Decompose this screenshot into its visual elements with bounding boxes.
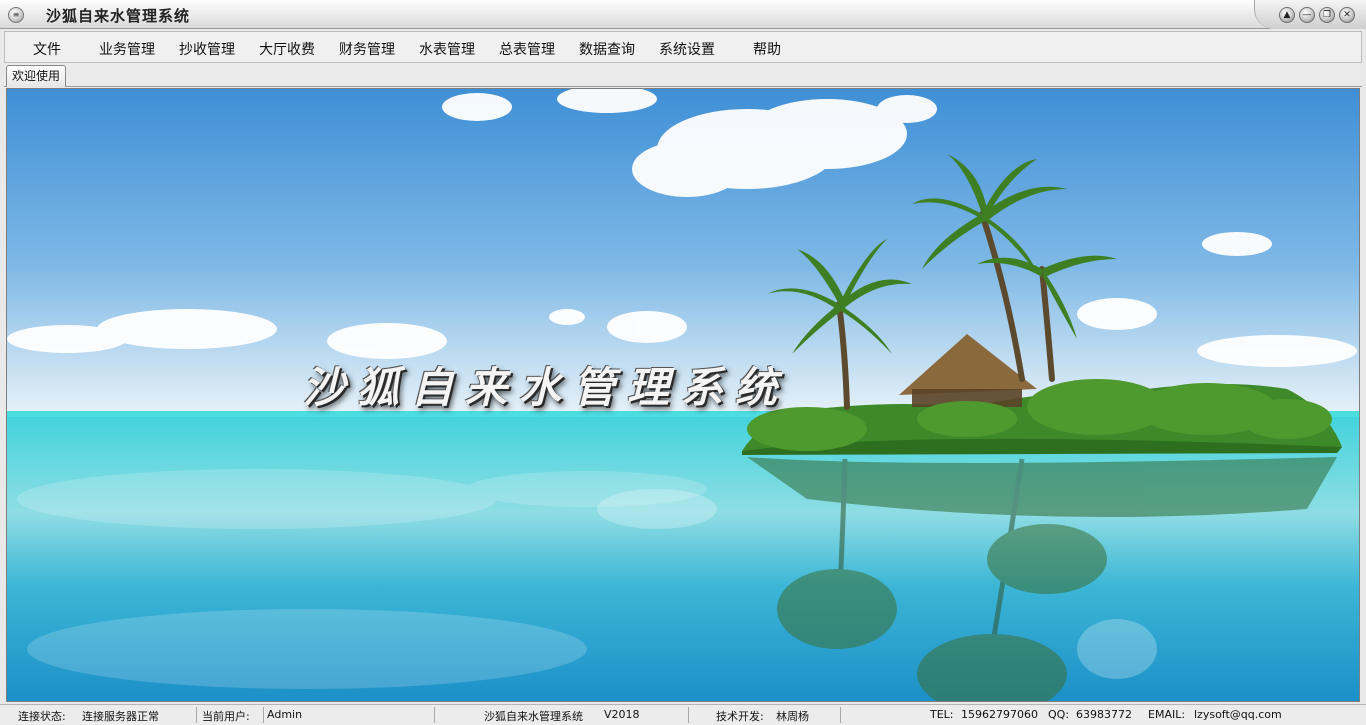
status-bar: 连接状态: 连接服务器正常 当前用户: Admin 沙狐自来水管理系统 V201… [0, 704, 1366, 725]
app-name: 沙狐自来水管理系统 [484, 710, 583, 723]
app-version: V2018 [604, 708, 640, 721]
menu-file[interactable]: 文件 [33, 39, 61, 59]
status-divider [263, 707, 264, 723]
close-icon[interactable]: ✕ [1339, 7, 1355, 23]
status-divider [688, 707, 689, 723]
email-label: EMAIL: [1148, 708, 1186, 721]
title-bar: ≡ 沙狐自来水管理系统 ▲ — ❐ ✕ [0, 0, 1366, 29]
welcome-panel: 沙狐自来水管理系统 [6, 88, 1360, 702]
status-divider [196, 707, 197, 723]
menu-main-meter[interactable]: 总表管理 [499, 39, 555, 59]
menu-meter[interactable]: 水表管理 [419, 39, 475, 59]
system-menu-icon[interactable]: ≡ [8, 7, 24, 23]
menu-hall-fee[interactable]: 大厅收费 [259, 39, 315, 59]
qq-label: QQ: [1048, 708, 1070, 721]
restore-icon[interactable]: ❐ [1319, 7, 1335, 23]
connection-status-label: 连接状态: [18, 710, 66, 723]
menu-finance[interactable]: 财务管理 [339, 39, 395, 59]
developer-label: 技术开发: [716, 710, 764, 723]
tab-welcome[interactable]: 欢迎使用 [6, 65, 67, 87]
help-icon[interactable]: ▲ [1279, 7, 1295, 23]
tel-value: 15962797060 [961, 708, 1038, 721]
status-divider [840, 707, 841, 723]
minimize-icon[interactable]: — [1299, 7, 1315, 23]
window-controls: ▲ — ❐ ✕ [1254, 0, 1366, 29]
menu-business[interactable]: 业务管理 [99, 39, 155, 59]
menu-help[interactable]: 帮助 [753, 39, 781, 59]
status-divider [434, 707, 435, 723]
menu-bar: 文件 业务管理 抄收管理 大厅收费 财务管理 水表管理 总表管理 数据查询 系统… [4, 31, 1362, 63]
menu-reading[interactable]: 抄收管理 [179, 39, 235, 59]
tel-label: TEL: [930, 708, 954, 721]
splash-title: 沙狐自来水管理系统 [303, 363, 790, 412]
window-title: 沙狐自来水管理系统 [46, 7, 191, 25]
menu-settings[interactable]: 系统设置 [659, 39, 715, 59]
email-value: lzysoft@qq.com [1194, 708, 1282, 721]
current-user-label: 当前用户: [202, 710, 250, 723]
developer-value: 林周杨 [776, 710, 809, 723]
connection-status-value: 连接服务器正常 [82, 710, 159, 723]
tab-strip: 欢迎使用 [4, 63, 1362, 87]
qq-value: 63983772 [1076, 708, 1132, 721]
menu-query[interactable]: 数据查询 [579, 39, 635, 59]
current-user-value: Admin [267, 708, 303, 721]
